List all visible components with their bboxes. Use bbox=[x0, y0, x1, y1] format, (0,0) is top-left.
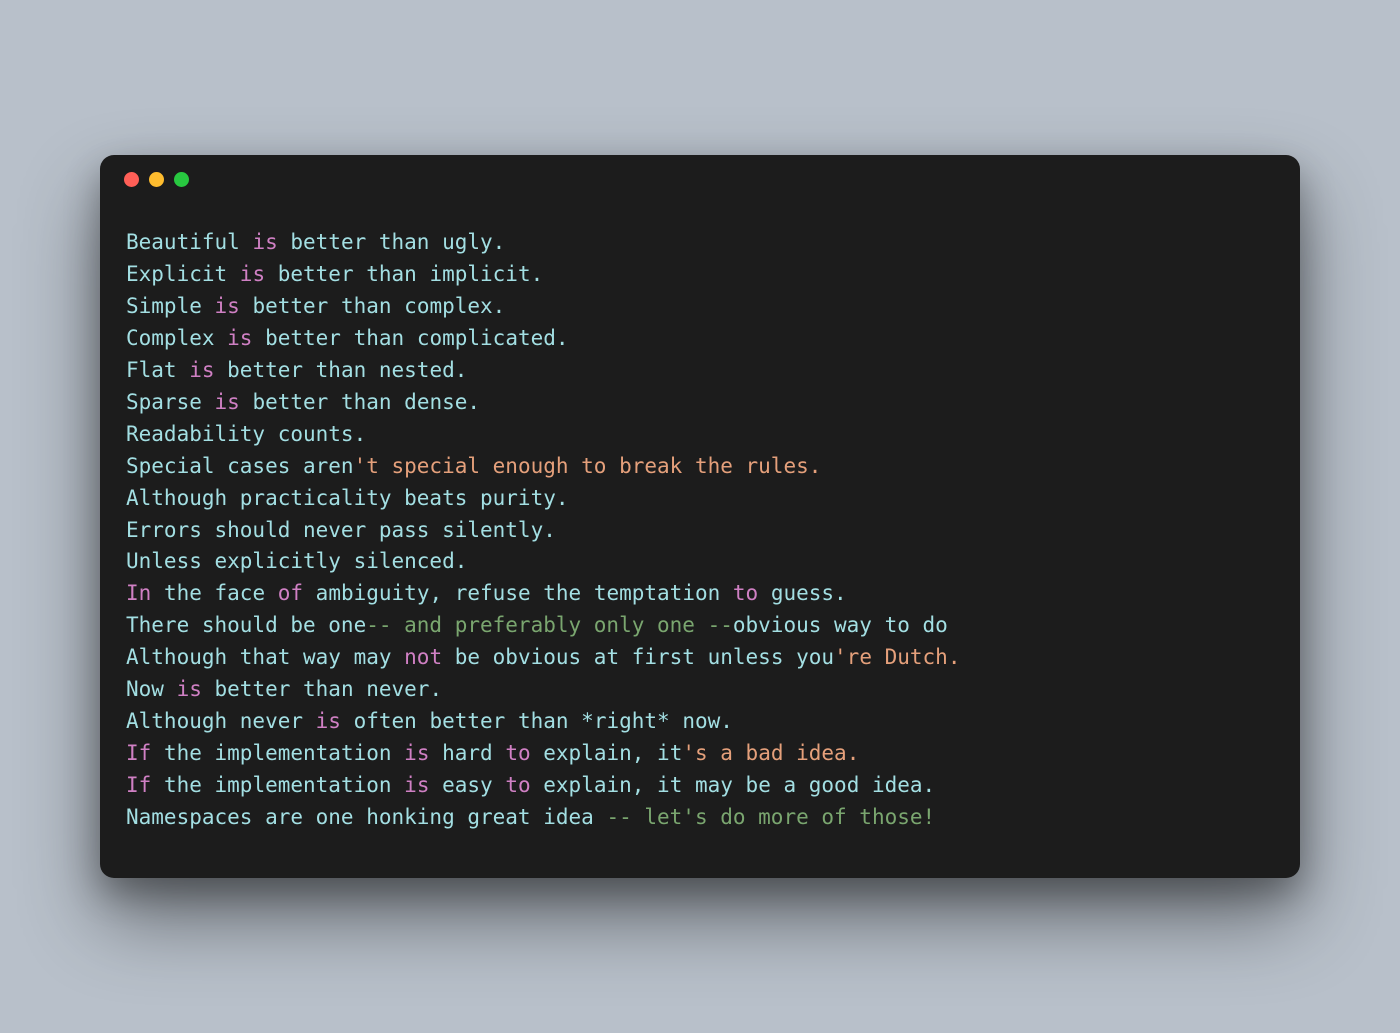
code-token: explain, it may be a good idea. bbox=[531, 773, 936, 797]
code-line: In the face of ambiguity, refuse the tem… bbox=[126, 578, 1274, 610]
code-token: easy bbox=[429, 773, 505, 797]
code-token: the implementation bbox=[151, 741, 404, 765]
code-token: is bbox=[177, 677, 202, 701]
code-token: is bbox=[404, 741, 429, 765]
code-token: of bbox=[278, 581, 303, 605]
code-token: explain, it bbox=[531, 741, 683, 765]
code-token: is bbox=[316, 709, 341, 733]
code-line: Errors should never pass silently. bbox=[126, 515, 1274, 547]
code-token: Beautiful bbox=[126, 230, 252, 254]
code-token: Complex bbox=[126, 326, 227, 350]
code-line: Explicit is better than implicit. bbox=[126, 259, 1274, 291]
code-line: Simple is better than complex. bbox=[126, 291, 1274, 323]
close-icon[interactable] bbox=[124, 172, 139, 187]
code-content: Beautiful is better than ugly.Explicit i… bbox=[100, 203, 1300, 877]
code-token: better than never. bbox=[202, 677, 442, 701]
maximize-icon[interactable] bbox=[174, 172, 189, 187]
terminal-window: Beautiful is better than ugly.Explicit i… bbox=[100, 155, 1300, 877]
code-token: 't special enough to break the rules. bbox=[354, 454, 822, 478]
code-line: Although practicality beats purity. bbox=[126, 483, 1274, 515]
code-line: Sparse is better than dense. bbox=[126, 387, 1274, 419]
code-line: If the implementation is easy to explain… bbox=[126, 770, 1274, 802]
window-titlebar bbox=[100, 155, 1300, 203]
code-token: Although practicality beats purity. bbox=[126, 486, 569, 510]
code-token: hard bbox=[429, 741, 505, 765]
code-token: often better than *right* now. bbox=[341, 709, 733, 733]
code-token: be obvious at first unless you bbox=[442, 645, 834, 669]
code-line: Now is better than never. bbox=[126, 674, 1274, 706]
code-token: Although never bbox=[126, 709, 316, 733]
code-token: Readability counts. bbox=[126, 422, 366, 446]
code-token: obvious way to do bbox=[733, 613, 961, 637]
code-token: the implementation bbox=[151, 773, 404, 797]
code-line: Beautiful is better than ugly. bbox=[126, 227, 1274, 259]
code-token: Sparse bbox=[126, 390, 215, 414]
code-line: Unless explicitly silenced. bbox=[126, 546, 1274, 578]
code-line: Readability counts. bbox=[126, 419, 1274, 451]
code-token: Explicit bbox=[126, 262, 240, 286]
code-token: is bbox=[215, 390, 240, 414]
code-token: Although that way may bbox=[126, 645, 404, 669]
code-token: better than complicated. bbox=[252, 326, 568, 350]
code-line: Although never is often better than *rig… bbox=[126, 706, 1274, 738]
code-token: Unless explicitly silenced. bbox=[126, 549, 467, 573]
code-token: Special cases aren bbox=[126, 454, 354, 478]
code-token: Now bbox=[126, 677, 177, 701]
code-token: -- and preferably only one -- bbox=[366, 613, 733, 637]
code-line: Although that way may not be obvious at … bbox=[126, 642, 1274, 674]
code-line: Special cases aren't special enough to b… bbox=[126, 451, 1274, 483]
code-token: If bbox=[126, 741, 151, 765]
code-token: Simple bbox=[126, 294, 215, 318]
code-token: better than implicit. bbox=[265, 262, 543, 286]
code-line: There should be one-- and preferably onl… bbox=[126, 610, 1274, 642]
code-line: Namespaces are one honking great idea --… bbox=[126, 802, 1274, 834]
code-token: to bbox=[505, 773, 530, 797]
code-token: better than ugly. bbox=[278, 230, 506, 254]
code-token: better than nested. bbox=[215, 358, 468, 382]
code-token: is bbox=[215, 294, 240, 318]
code-token: is bbox=[252, 230, 277, 254]
code-token: is bbox=[240, 262, 265, 286]
code-token: 're Dutch. bbox=[834, 645, 960, 669]
code-token: There should be one bbox=[126, 613, 366, 637]
code-token: Namespaces are one honking great idea bbox=[126, 805, 606, 829]
code-token: If bbox=[126, 773, 151, 797]
code-token: to bbox=[733, 581, 758, 605]
code-token: In bbox=[126, 581, 151, 605]
code-token: is bbox=[189, 358, 214, 382]
code-token: Errors should never pass silently. bbox=[126, 518, 556, 542]
code-token: to bbox=[505, 741, 530, 765]
code-token: better than complex. bbox=[240, 294, 506, 318]
code-token: 's a bad idea. bbox=[682, 741, 859, 765]
code-token: the face bbox=[151, 581, 277, 605]
minimize-icon[interactable] bbox=[149, 172, 164, 187]
code-token: guess. bbox=[758, 581, 847, 605]
code-token: ambiguity, refuse the temptation bbox=[303, 581, 733, 605]
code-token: Flat bbox=[126, 358, 189, 382]
code-token: not bbox=[404, 645, 442, 669]
code-token: is bbox=[404, 773, 429, 797]
code-token: -- let's do more of those! bbox=[606, 805, 935, 829]
code-line: Flat is better than nested. bbox=[126, 355, 1274, 387]
code-line: Complex is better than complicated. bbox=[126, 323, 1274, 355]
code-line: If the implementation is hard to explain… bbox=[126, 738, 1274, 770]
code-token: is bbox=[227, 326, 252, 350]
code-token: better than dense. bbox=[240, 390, 480, 414]
